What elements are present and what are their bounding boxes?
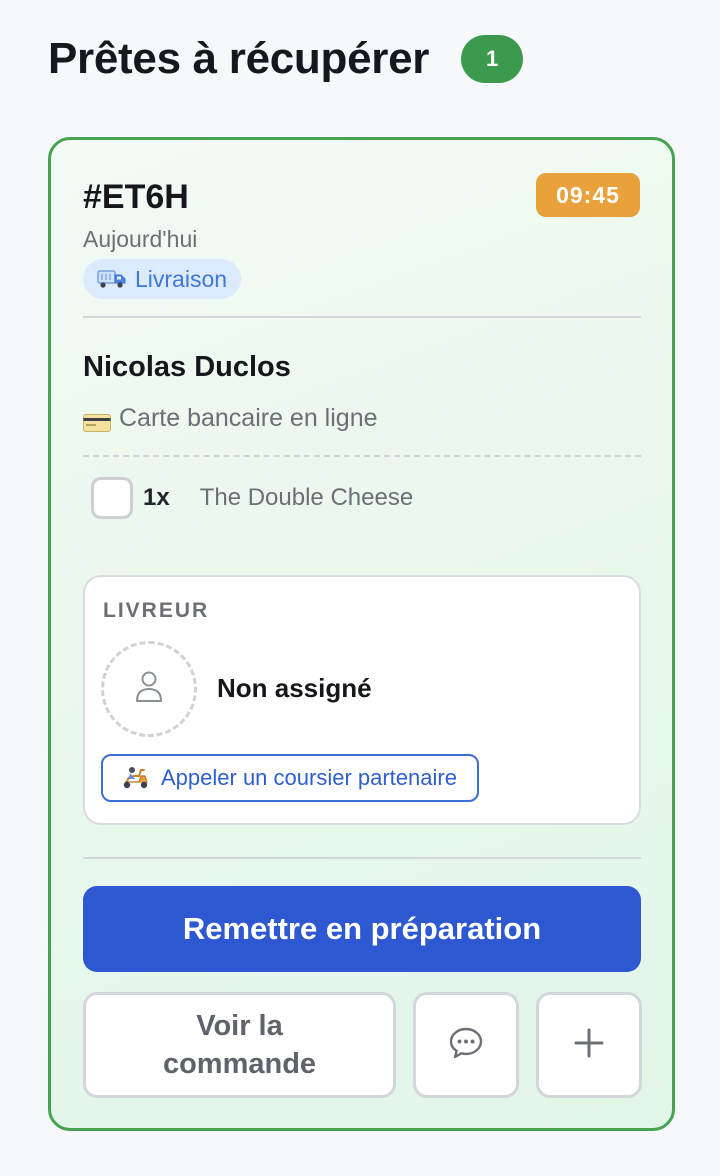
divider (83, 857, 641, 859)
delivery-mode-label: Livraison (135, 265, 228, 292)
chat-bubble-icon (448, 1026, 484, 1065)
call-partner-courier-label: Appeler un coursier partenaire (161, 765, 457, 790)
payment-method: Carte bancaire en ligne (83, 404, 378, 433)
more-actions-button[interactable] (536, 992, 642, 1098)
driver-status: Non assigné (217, 673, 372, 703)
scooter-icon (121, 766, 149, 790)
order-card[interactable]: #ET6H 09:45 Aujourd'hui Livraison Nicola… (48, 137, 675, 1131)
section-header: Prêtes à récupérer 1 (48, 34, 524, 84)
delivery-mode-chip: Livraison (83, 259, 242, 299)
avatar (101, 641, 197, 737)
count-badge: 1 (461, 35, 524, 83)
chat-button[interactable] (413, 992, 519, 1098)
driver-panel: LIVREUR Non assigné Appeler un coursier … (83, 575, 641, 825)
order-date: Aujourd'hui (83, 226, 198, 252)
payment-label: Carte bancaire en ligne (119, 404, 378, 432)
call-partner-courier-button[interactable]: Appeler un coursier partenaire (101, 754, 479, 802)
divider (83, 316, 641, 318)
item-checkbox[interactable] (91, 477, 133, 519)
back-to-preparation-button[interactable]: Remettre en préparation (83, 886, 641, 972)
credit-card-icon (83, 410, 111, 432)
driver-heading: LIVREUR (103, 599, 210, 622)
order-id: #ET6H (83, 178, 189, 216)
customer-name: Nicolas Duclos (83, 351, 291, 383)
item-name: The Double Cheese (199, 484, 414, 511)
page: Prêtes à récupérer 1 #ET6H 09:45 Aujourd… (0, 0, 720, 1176)
time-badge: 09:45 (536, 173, 640, 217)
section-title: Prêtes à récupérer (48, 34, 430, 83)
user-icon (134, 670, 164, 709)
list-item: 1x The Double Cheese (91, 477, 413, 519)
view-order-button[interactable]: Voir la commande (83, 992, 396, 1098)
truck-icon (97, 268, 127, 290)
plus-icon (573, 1027, 605, 1064)
item-quantity: 1x (143, 484, 170, 511)
dashed-divider (83, 455, 641, 457)
